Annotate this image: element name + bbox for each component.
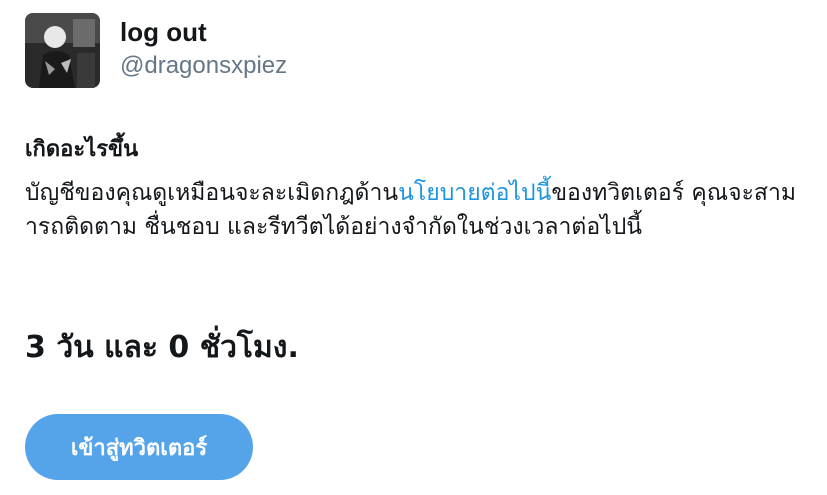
avatar[interactable] <box>25 13 100 88</box>
restriction-message: บัญชีของคุณดูเหมือนจะละเมิดกฎด้านนโยบายต… <box>25 176 805 244</box>
restriction-duration: 3 วัน และ 0 ชั่วโมง. <box>25 330 299 365</box>
account-info: log out @dragonsxpiez <box>120 17 287 81</box>
user-handle[interactable]: @dragonsxpiez <box>120 51 287 81</box>
display-name[interactable]: log out <box>120 17 287 47</box>
message-text-before-link: บัญชีของคุณดูเหมือนจะละเมิดกฎด้าน <box>25 180 399 206</box>
account-header: log out @dragonsxpiez <box>25 13 287 88</box>
enter-twitter-button[interactable]: เข้าสู่ทวิตเตอร์ <box>25 414 253 480</box>
profile-photo-icon <box>25 13 100 88</box>
policy-link[interactable]: นโยบายต่อไปนี้ <box>398 180 551 206</box>
section-heading: เกิดอะไรขึ้น <box>25 137 139 162</box>
